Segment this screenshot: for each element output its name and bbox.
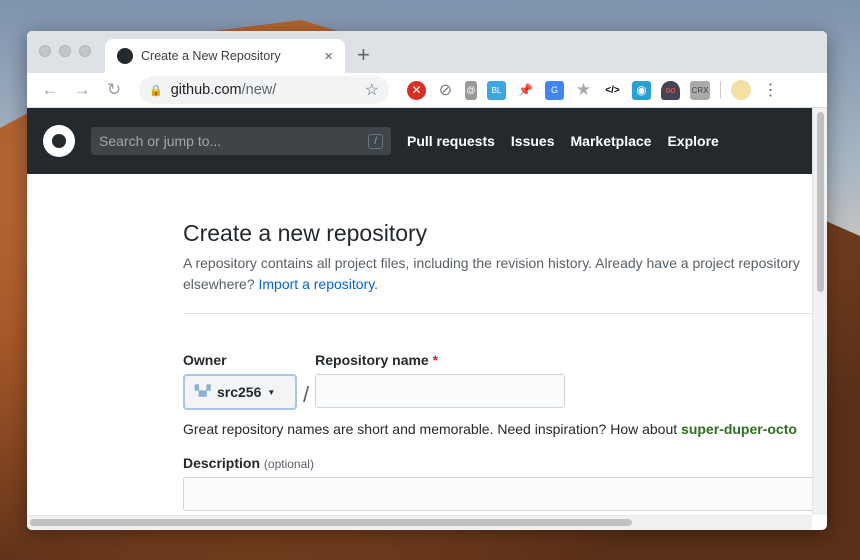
name-suggestion[interactable]: super-duper-octo (681, 421, 797, 437)
search-input[interactable]: Search or jump to... / (91, 127, 391, 155)
new-tab-button[interactable]: + (357, 42, 370, 68)
page-subtitle: A repository contains all project files,… (183, 253, 812, 295)
tab-title: Create a New Repository (141, 49, 281, 63)
description-input[interactable] (183, 477, 812, 511)
import-repository-link[interactable]: Import a repository. (259, 276, 379, 292)
tab-close-icon[interactable]: × (324, 48, 333, 65)
horizontal-scrollbar[interactable] (27, 515, 812, 530)
nav-explore[interactable]: Explore (667, 133, 718, 149)
horizontal-scroll-thumb[interactable] (30, 519, 632, 526)
description-label: Description (optional) (183, 455, 812, 471)
repo-name-label: Repository name * (315, 352, 565, 368)
repo-name-label-text: Repository name (315, 352, 429, 368)
url-path: /new/ (241, 82, 277, 98)
identicon-icon: ▚▞ (195, 386, 211, 397)
nav-pull-requests[interactable]: Pull requests (407, 133, 495, 149)
vertical-scrollbar[interactable] (812, 108, 827, 515)
search-shortcut-key: / (368, 133, 383, 149)
divider (183, 313, 812, 314)
name-hint: Great repository names are short and mem… (183, 421, 812, 437)
lock-icon: 🔒 (149, 84, 163, 97)
github-header: Search or jump to... / Pull requests Iss… (27, 108, 827, 174)
hint-text: Great repository names are short and mem… (183, 421, 678, 437)
github-logo-icon[interactable] (43, 125, 75, 157)
tab-create-repo[interactable]: Create a New Repository × (105, 39, 345, 73)
nav-issues[interactable]: Issues (511, 133, 555, 149)
bl-extension-icon[interactable]: BL (487, 80, 506, 100)
crx-extension-icon[interactable]: CRX (690, 80, 710, 100)
pin-extension-icon[interactable]: 📌 (516, 81, 535, 100)
caret-down-icon: ▼ (267, 387, 276, 397)
nav-marketplace[interactable]: Marketplace (571, 133, 652, 149)
forward-button[interactable]: → (69, 80, 95, 100)
close-window-button[interactable] (39, 45, 51, 57)
profile-avatar[interactable] (731, 80, 751, 100)
url-host: github.com (170, 82, 242, 98)
owner-value: src256 (217, 384, 262, 400)
page-title: Create a new repository (183, 220, 428, 246)
required-asterisk: * (432, 352, 439, 368)
star-extension-icon[interactable]: ★ (574, 80, 593, 100)
divider (720, 81, 721, 99)
subtitle-text: A repository contains all project files,… (183, 255, 800, 271)
github-favicon-icon (117, 48, 133, 64)
browser-window: Create a New Repository × + ← → ↻ 🔒 gith… (27, 31, 827, 530)
search-placeholder: Search or jump to... (99, 133, 222, 149)
toolbar: ← → ↻ 🔒 github.com/new/ ☆ ✕ ⊘ @ BL 📌 G ★… (27, 73, 827, 108)
extensions-bar: ✕ ⊘ @ BL 📌 G ★ </> ◉ oo CRX ⋮ (407, 80, 780, 100)
camera-extension-icon[interactable]: ◉ (632, 80, 651, 100)
bookmark-star-icon[interactable]: ☆ (365, 80, 379, 100)
block-extension-icon[interactable]: ⊘ (436, 81, 455, 100)
optional-note: (optional) (263, 457, 314, 471)
page-content: Create a new repository A repository con… (27, 174, 812, 515)
description-label-text: Description (183, 455, 261, 471)
maximize-button[interactable] (79, 45, 91, 57)
owner-select[interactable]: ▚▞ src256 ▼ (183, 374, 297, 410)
minimize-button[interactable] (59, 45, 71, 57)
chrome-menu-icon[interactable]: ⋮ (761, 81, 780, 100)
reload-button[interactable]: ↻ (101, 80, 127, 100)
owner-repo-separator: / (303, 382, 310, 407)
error-extension-icon[interactable]: ✕ (407, 80, 426, 100)
tab-bar: Create a New Repository × + (27, 31, 827, 73)
subtitle-text-2: elsewhere? (183, 276, 255, 292)
code-extension-icon[interactable]: </> (603, 81, 622, 100)
vertical-scroll-thumb[interactable] (816, 112, 824, 292)
window-controls[interactable] (39, 45, 91, 57)
translate-extension-icon[interactable]: G (545, 80, 564, 100)
back-button[interactable]: ← (37, 80, 63, 100)
spy-extension-icon[interactable]: oo (661, 80, 680, 100)
repository-name-input[interactable] (315, 374, 566, 408)
owner-label: Owner (183, 352, 227, 368)
doc-extension-icon[interactable]: @ (465, 80, 477, 100)
address-bar[interactable]: 🔒 github.com/new/ ☆ (139, 76, 389, 104)
